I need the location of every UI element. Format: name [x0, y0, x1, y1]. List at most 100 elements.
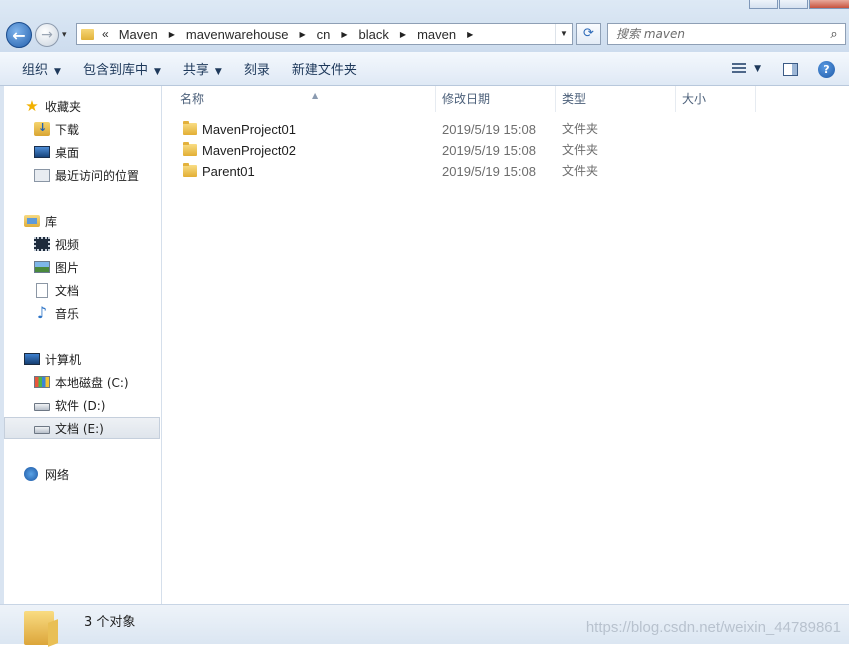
sidebar-item-label: 本地磁盘 (C:)	[55, 375, 129, 390]
file-name: Parent01	[202, 164, 255, 179]
recent-pages-dropdown-icon[interactable]: ▾	[62, 30, 67, 40]
sidebar-item-label: 视频	[55, 237, 80, 252]
recent-places-icon	[34, 168, 50, 182]
hard-drive-icon	[34, 403, 50, 411]
search-icon[interactable]: ⌕	[823, 27, 845, 42]
include-in-library-button[interactable]: 包含到库中 ▼	[72, 59, 172, 78]
file-name: MavenProject02	[202, 143, 296, 158]
system-drive-icon	[34, 376, 50, 388]
hard-drive-icon	[34, 426, 50, 434]
sidebar-item-documents[interactable]: 文档	[34, 279, 79, 301]
breadcrumb-arrow-icon[interactable]: ▶	[169, 30, 175, 39]
sidebar-item-label: 库	[45, 214, 58, 229]
forward-icon[interactable]: →	[35, 23, 59, 47]
organize-button[interactable]: 组织 ▼	[0, 59, 72, 78]
window-controls	[749, 0, 849, 9]
sidebar-item-pictures[interactable]: 图片	[34, 256, 79, 278]
file-date: 2019/5/19 15:08	[442, 164, 536, 179]
sidebar-item-videos[interactable]: 视频	[34, 233, 79, 255]
organize-label: 组织	[22, 63, 49, 78]
folder-icon	[183, 163, 197, 177]
chevron-down-icon: ▼	[214, 67, 222, 77]
details-pane: 3 个对象 https://blog.csdn.net/weixin_44789…	[0, 604, 849, 645]
breadcrumb-arrow-icon[interactable]: ▶	[300, 30, 306, 39]
help-icon[interactable]: ?	[818, 60, 835, 78]
chevron-down-icon: ▼	[153, 67, 161, 77]
close-button[interactable]	[809, 0, 849, 9]
column-header-row: 名称 ▲ 修改日期 类型 大小	[162, 86, 849, 112]
sidebar-item-label: 桌面	[55, 145, 80, 160]
burn-button[interactable]: 刻录	[233, 59, 281, 78]
pictures-icon	[34, 261, 50, 273]
address-bar[interactable]: « Maven ▶ mavenwarehouse ▶ cn ▶ black ▶ …	[76, 23, 573, 45]
breadcrumb-maven-root[interactable]: Maven	[117, 27, 160, 42]
column-header-label: 名称	[180, 92, 205, 106]
breadcrumb-arrow-icon[interactable]: ▶	[400, 30, 406, 39]
column-header-label: 类型	[562, 92, 587, 106]
column-header-size[interactable]: 大小	[676, 86, 756, 112]
breadcrumb-maven[interactable]: maven	[415, 27, 458, 42]
breadcrumb-cn[interactable]: cn	[315, 27, 333, 42]
sidebar-item-computer[interactable]: 计算机	[24, 348, 81, 370]
maximize-button[interactable]	[779, 0, 808, 9]
sidebar-item-music[interactable]: ♪ 音乐	[34, 302, 79, 324]
sidebar-item-drive-c[interactable]: 本地磁盘 (C:)	[34, 371, 129, 393]
sidebar-item-label: 音乐	[55, 306, 80, 321]
table-row[interactable]: Parent01 2019/5/19 15:08 文件夹	[162, 161, 849, 182]
address-dropdown-icon[interactable]: ▼	[555, 24, 572, 44]
video-icon	[34, 237, 50, 251]
star-icon: ★	[25, 97, 39, 115]
sidebar-item-drive-d[interactable]: 软件 (D:)	[34, 394, 105, 416]
sidebar-item-desktop[interactable]: 桌面	[34, 141, 79, 163]
back-icon[interactable]: ←	[6, 22, 32, 48]
column-header-date[interactable]: 修改日期	[436, 86, 556, 112]
item-count: 3 个对象	[84, 615, 136, 630]
column-header-label: 修改日期	[442, 92, 491, 106]
breadcrumb-arrow-icon[interactable]: ▶	[341, 30, 347, 39]
chevron-down-icon[interactable]: ▼	[754, 64, 761, 74]
sidebar-item-libraries[interactable]: 库	[24, 210, 57, 232]
column-header-name[interactable]: 名称 ▲	[174, 86, 436, 112]
minimize-button[interactable]	[749, 0, 778, 9]
folder-icon	[183, 142, 197, 156]
file-date: 2019/5/19 15:08	[442, 122, 536, 137]
chevron-down-icon: ▼	[54, 67, 61, 77]
sidebar-item-label: 收藏夹	[45, 99, 82, 114]
file-type: 文件夹	[562, 164, 599, 178]
breadcrumb-mavenwarehouse[interactable]: mavenwarehouse	[184, 27, 291, 42]
search-input[interactable]	[608, 26, 823, 42]
file-type: 文件夹	[562, 122, 599, 136]
sidebar-item-label: 软件 (D:)	[55, 398, 106, 413]
breadcrumb-black[interactable]: black	[357, 27, 391, 42]
address-row: ← → ▾ « Maven ▶ mavenwarehouse ▶ cn ▶ bl…	[0, 0, 849, 52]
downloads-folder-icon	[34, 121, 50, 136]
overflow-chevron-icon[interactable]: «	[102, 27, 109, 41]
include-in-library-label: 包含到库中	[82, 63, 148, 78]
sidebar-item-label: 下载	[55, 122, 80, 137]
view-options-icon[interactable]	[732, 63, 747, 75]
column-header-type[interactable]: 类型	[556, 86, 676, 112]
sidebar-item-downloads[interactable]: 下载	[34, 118, 79, 140]
table-row[interactable]: MavenProject01 2019/5/19 15:08 文件夹	[162, 119, 849, 140]
table-row[interactable]: MavenProject02 2019/5/19 15:08 文件夹	[162, 140, 849, 161]
file-date: 2019/5/19 15:08	[442, 143, 536, 158]
sidebar-item-favorites[interactable]: ★ 收藏夹	[24, 95, 81, 117]
music-note-icon: ♪	[36, 303, 48, 322]
new-folder-button[interactable]: 新建文件夹	[281, 59, 368, 78]
sidebar-item-label: 图片	[55, 260, 80, 275]
sidebar-item-label: 文档	[55, 283, 80, 298]
preview-pane-icon[interactable]	[783, 62, 798, 76]
sidebar-item-network[interactable]: 网络	[24, 463, 69, 485]
column-header-label: 大小	[682, 92, 707, 106]
search-box: ⌕	[607, 23, 846, 45]
sidebar-item-drive-e[interactable]: 文档 (E:)	[4, 417, 160, 439]
refresh-icon[interactable]: ⟳	[576, 23, 601, 45]
sidebar-item-label: 网络	[45, 467, 70, 482]
breadcrumb-arrow-icon[interactable]: ▶	[467, 30, 473, 39]
sidebar-item-recent-places[interactable]: 最近访问的位置	[34, 164, 139, 186]
share-button[interactable]: 共享 ▼	[172, 59, 233, 78]
network-globe-icon	[24, 467, 38, 481]
sort-ascending-icon: ▲	[312, 91, 319, 100]
command-bar: 组织 ▼ 包含到库中 ▼ 共享 ▼ 刻录 新建文件夹 ▼ ?	[0, 52, 849, 86]
sidebar-item-label: 计算机	[45, 352, 82, 367]
